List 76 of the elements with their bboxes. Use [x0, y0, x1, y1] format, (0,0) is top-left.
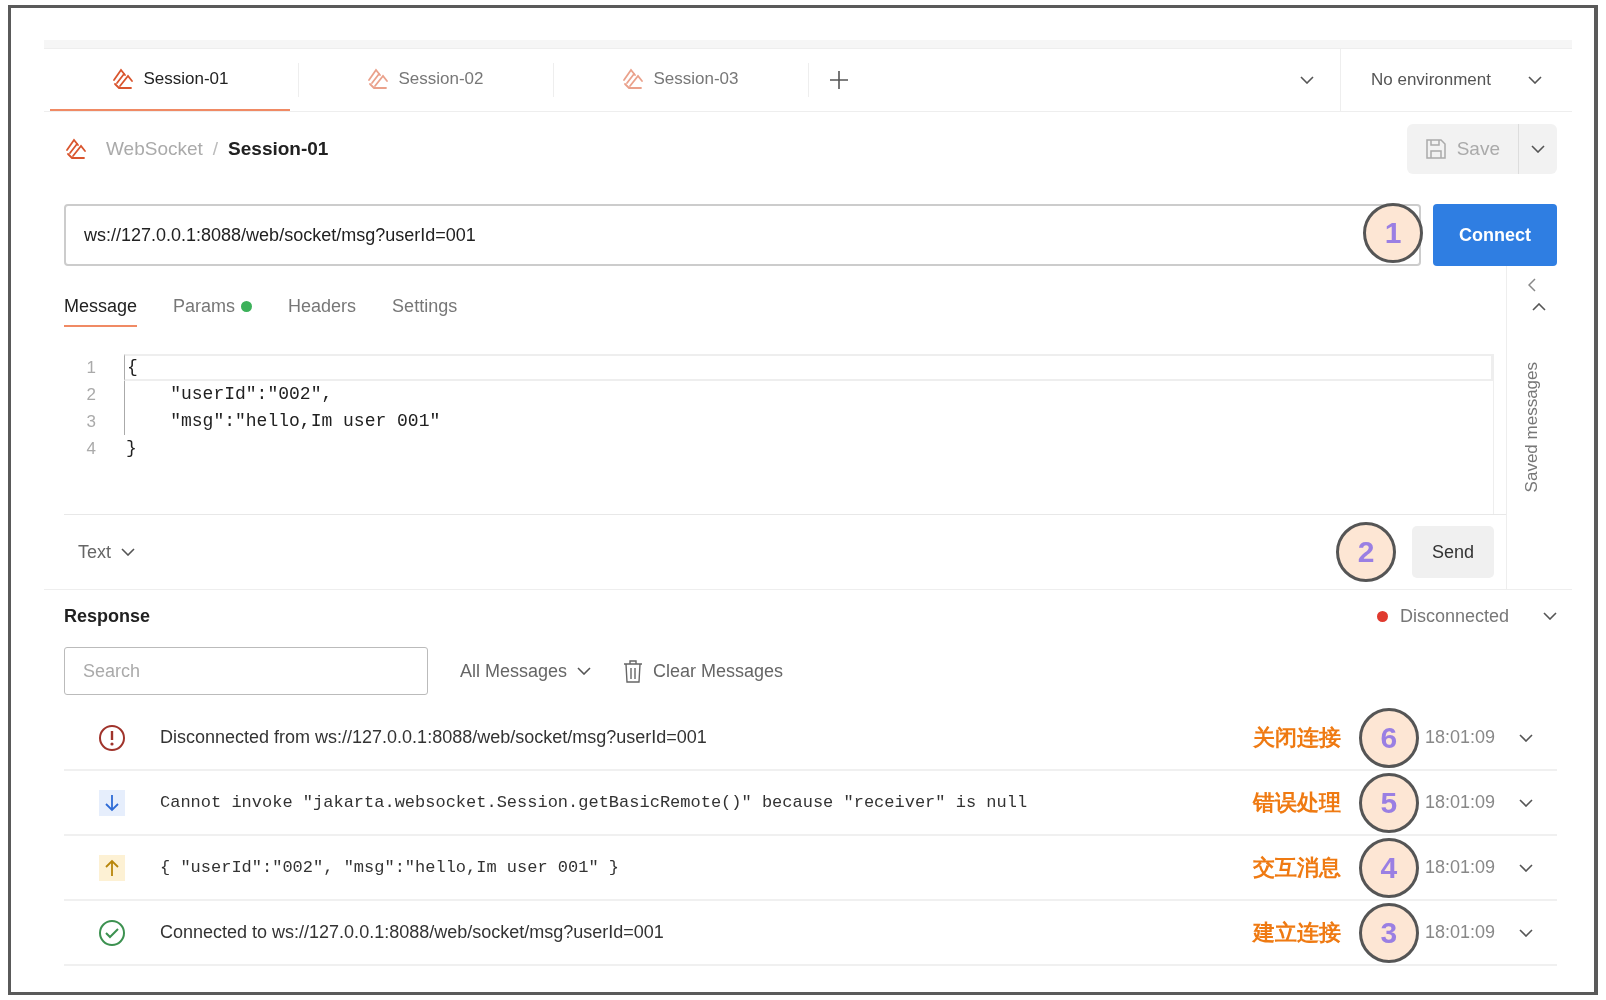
session-tab[interactable]: Session-02	[305, 49, 545, 111]
annotation-badge: 2	[1336, 522, 1396, 582]
code-editor[interactable]: { "userId":"002", "msg":"hello,Im user 001" }	[124, 354, 1494, 514]
line-number: 4	[85, 438, 97, 460]
saved-messages-label[interactable]: Saved messages	[1522, 362, 1542, 493]
message-row[interactable]: { "userId":"002", "msg":"hello,Im user 001" } 交互消息 4 18:01:09	[64, 836, 1557, 901]
environment-dropdown[interactable]: No environment	[1340, 49, 1572, 111]
message-text: Cannot invoke "jakarta.websocket.Session.getBasicRemote()" because "receiver" is null	[160, 793, 1029, 812]
chevron-down-icon	[1519, 928, 1533, 937]
alert-icon	[98, 723, 126, 752]
line-number: 2	[85, 384, 97, 406]
chevron-down-icon	[1519, 733, 1533, 742]
chevron-down-icon	[577, 667, 592, 675]
chevron-down-icon	[1528, 76, 1542, 84]
message-text: Connected to ws://127.0.0.1:8088/web/socket/msg?userId=001	[160, 922, 665, 943]
check-circle-icon	[98, 918, 126, 947]
breadcrumb-separator: /	[212, 138, 219, 160]
websocket-icon	[621, 67, 646, 91]
tab-label: Session-02	[398, 69, 484, 89]
clear-messages-button[interactable]: Clear Messages	[617, 658, 790, 684]
annotation-badge: 3	[1358, 902, 1419, 963]
code-line: "userId":"002",	[124, 381, 1493, 408]
search-field[interactable]: Search	[64, 647, 428, 695]
message-row[interactable]: Connected to ws://127.0.0.1:8088/web/socket/msg?userId=001 建立连接 3 18:01:09	[64, 901, 1557, 966]
request-tab[interactable]: Params	[173, 287, 253, 327]
message-time: 18:01:09	[1424, 792, 1495, 813]
plus-icon	[829, 70, 849, 90]
chevron-down-icon	[1519, 863, 1533, 872]
websocket-icon	[366, 67, 391, 91]
arrow-down-icon	[99, 789, 125, 816]
message-text: Disconnected from ws://127.0.0.1:8088/web/socket/msg?userId=001	[160, 727, 708, 748]
chevron-down-icon	[121, 548, 135, 556]
request-tab[interactable]: Headers	[288, 287, 357, 327]
message-row[interactable]: Cannot invoke "jakarta.websocket.Session.getBasicRemote()" because "receiver" is null 错误处理 5 18:01:09	[64, 771, 1557, 836]
annotation-label: 关闭连接	[1252, 723, 1341, 752]
message-time: 18:01:09	[1424, 727, 1495, 748]
websocket-icon	[64, 137, 88, 161]
chevron-down-icon	[1300, 76, 1314, 84]
line-number: 1	[85, 357, 97, 379]
annotation-badge: 6	[1358, 707, 1419, 768]
chevron-down-icon	[1519, 798, 1533, 807]
message-filter-dropdown[interactable]: All Messages	[454, 659, 598, 683]
chevron-left-icon[interactable]	[1528, 278, 1536, 292]
arrow-up-icon	[99, 854, 125, 881]
save-icon	[1424, 138, 1447, 160]
breadcrumb-current: Session-01	[228, 138, 329, 160]
annotation-label: 错误处理	[1252, 788, 1341, 817]
request-tab[interactable]: Message	[64, 287, 138, 327]
annotation-badge: 1	[1363, 203, 1423, 263]
code-line: "msg":"hello,Im user 001"	[124, 408, 1493, 435]
chevron-up-icon	[1532, 303, 1546, 311]
message-time: 18:01:09	[1424, 922, 1495, 943]
code-line: }	[125, 437, 138, 460]
connect-button[interactable]: Connect	[1433, 204, 1557, 266]
request-tab[interactable]: Settings	[392, 287, 458, 327]
send-button[interactable]: Send	[1412, 526, 1494, 578]
tab-label: Session-03	[653, 69, 739, 89]
line-number: 3	[85, 411, 97, 433]
annotation-badge: 5	[1358, 772, 1419, 833]
format-dropdown[interactable]: Text	[64, 540, 141, 564]
annotation-label: 建立连接	[1252, 918, 1341, 947]
annotation-label: 交互消息	[1252, 853, 1341, 882]
url-field[interactable]: ws://127.0.0.1:8088/web/socket/msg?userId=001 1	[64, 204, 1421, 266]
message-row[interactable]: Disconnected from ws://127.0.0.1:8088/web/socket/msg?userId=001 关闭连接 6 18:01:09	[64, 706, 1557, 771]
session-tab[interactable]: Session-03	[560, 49, 800, 111]
annotation-badge: 4	[1358, 837, 1419, 898]
message-text: { "userId":"002", "msg":"hello,Im user 001" }	[160, 858, 621, 877]
websocket-icon	[111, 67, 136, 91]
response-title: Response	[64, 605, 151, 627]
session-tab[interactable]: Session-01	[50, 49, 290, 111]
connection-status: Disconnected	[1399, 605, 1509, 627]
trash-icon	[623, 659, 644, 683]
chevron-down-icon	[1531, 145, 1545, 153]
message-time: 18:01:09	[1424, 857, 1495, 878]
tab-label: Session-01	[143, 69, 229, 89]
chevron-down-icon	[1543, 612, 1557, 620]
